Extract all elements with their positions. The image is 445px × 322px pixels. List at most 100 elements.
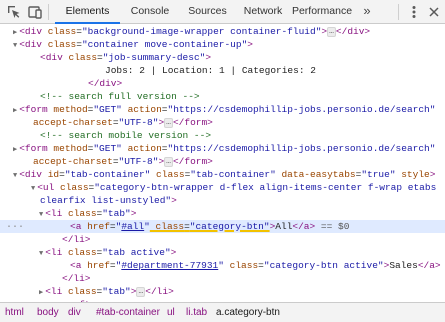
expand-arrow-icon[interactable]: ▶ (13, 107, 17, 115)
tree-line-content: ▼ <div class="container move-container-up… (13, 38, 253, 51)
tab-sources[interactable]: Sources (180, 0, 235, 23)
attribute-value[interactable]: "true" (361, 169, 395, 180)
tree-line[interactable]: ▼ <li class="tab"> (0, 207, 445, 220)
tab-console[interactable]: Console (120, 0, 180, 23)
attribute-name[interactable]: class (150, 169, 185, 180)
attribute-name[interactable]: accept-charset (33, 117, 113, 128)
attribute-name[interactable]: class (62, 247, 97, 258)
tree-line[interactable]: </div> (0, 77, 445, 90)
tree-line-content: </li> (62, 233, 91, 246)
attribute-name[interactable]: href (81, 221, 110, 232)
attribute-value[interactable]: clearfix list-unstyled" (40, 195, 171, 206)
attribute-value[interactable]: "background-image-wrapper container-flui… (82, 26, 321, 37)
tab-network[interactable]: Network (235, 0, 291, 23)
collapsed-content-ellipsis[interactable]: … (327, 27, 336, 37)
attribute-value[interactable]: "GET" (93, 104, 122, 115)
device-toolbar-icon[interactable] (27, 4, 43, 20)
tree-line[interactable]: clearfix list-unstyled"> (0, 194, 445, 207)
tree-line[interactable]: <!-- search full version --> (0, 90, 445, 103)
tree-line[interactable]: ▶ <form method="GET" action="https://csde… (0, 142, 445, 155)
attribute-name[interactable]: id (42, 169, 59, 180)
collapse-arrow-icon[interactable]: ▼ (31, 185, 35, 193)
inspect-icon[interactable] (6, 4, 22, 20)
elements-tree[interactable]: ▶ <div class="background-image-wrapper co… (0, 24, 445, 302)
attribute-name[interactable]: action (122, 104, 162, 115)
expand-arrow-icon[interactable]: ▶ (13, 29, 17, 37)
attribute-value[interactable]: "category-btn" (190, 221, 270, 232)
tab-elements[interactable]: Elements (55, 0, 120, 24)
attribute-value[interactable]: "https://csdemophillip-jobs.personio.de/… (168, 104, 436, 115)
attribute-value[interactable]: "UTF-8" (119, 117, 159, 128)
attribute-value[interactable]: "category-btn-wrapper d-flex align-items… (94, 182, 436, 193)
tree-line[interactable]: ▼ <li class="tab active"> (0, 246, 445, 259)
tree-line[interactable]: </li> (0, 233, 445, 246)
tree-line[interactable]: <a href="#department-77931" class="categ… (0, 259, 445, 272)
attribute-name[interactable]: method (48, 143, 87, 154)
breadcrumb-item[interactable]: a.category-btn (216, 303, 280, 322)
tag-name: > (130, 208, 137, 219)
attribute-value[interactable]: "GET" (93, 143, 122, 154)
attribute-name[interactable]: class (62, 286, 97, 297)
attribute-name[interactable]: method (48, 104, 87, 115)
attribute-name[interactable]: class (42, 26, 77, 37)
href-link[interactable]: #all (121, 221, 144, 232)
attribute-value[interactable]: "job-summary-desc" (103, 52, 206, 63)
breadcrumb-item[interactable]: #tab-container (96, 303, 160, 322)
attribute-name[interactable]: class (63, 52, 98, 63)
breadcrumb-item[interactable]: html (5, 303, 24, 322)
tree-line[interactable]: ▼ <ul class="category-btn-wrapper d-flex … (0, 181, 445, 194)
attribute-value[interactable]: "tab active" (102, 247, 170, 258)
attribute-name[interactable]: accept-charset (33, 156, 113, 167)
attribute-name[interactable]: data-easytabs (276, 169, 355, 180)
attribute-value[interactable]: "https://csdemophillip-jobs.personio.de/… (168, 143, 436, 154)
tree-line[interactable]: ▶ <div class="background-image-wrapper co… (0, 25, 445, 38)
tree-line-selected[interactable]: ... <a href="#all" class="category-btn">A… (0, 220, 445, 233)
tree-line[interactable]: <!-- search mobile version --> (0, 129, 445, 142)
attribute-value[interactable]: "category-btn active" (264, 260, 384, 271)
breadcrumb-item[interactable]: div (68, 303, 81, 322)
expand-arrow-icon[interactable]: ▶ (39, 289, 43, 297)
tree-line[interactable]: Jobs: 2 | Location: 1 | Categories: 2 (0, 64, 445, 77)
attribute-value[interactable]: "tab-container" (190, 169, 276, 180)
attribute-value[interactable]: "UTF-8" (119, 156, 159, 167)
collapse-arrow-icon[interactable]: ▼ (39, 211, 43, 219)
tab-performance[interactable]: Performance (291, 0, 353, 23)
attribute-name[interactable]: class (62, 208, 97, 219)
breadcrumb-item[interactable]: li.tab (186, 303, 207, 322)
attribute-value[interactable]: "container move-container-up" (82, 39, 247, 50)
tree-line[interactable]: accept-charset="UTF-8">… </form> (0, 155, 445, 168)
attribute-value[interactable]: "tab-container" (65, 169, 151, 180)
collapsed-content-ellipsis[interactable]: … (164, 118, 173, 128)
attribute-name[interactable]: class (54, 182, 89, 193)
attribute-name[interactable]: href (81, 260, 110, 271)
attribute-value[interactable]: "tab" (102, 208, 131, 219)
attribute-name[interactable]: action (122, 143, 162, 154)
attribute-name[interactable]: style (396, 169, 430, 180)
attribute-name[interactable]: class (42, 39, 77, 50)
tree-line[interactable]: accept-charset="UTF-8">… </form> (0, 116, 445, 129)
tree-line[interactable]: ▶ <li class="tab">… </li> (0, 285, 445, 298)
collapse-arrow-icon[interactable]: ▼ (13, 172, 17, 180)
attribute-name[interactable]: class (150, 221, 185, 232)
expand-arrow-icon[interactable]: ▶ (13, 146, 17, 154)
href-link[interactable]: #department-77931 (121, 260, 218, 271)
collapse-arrow-icon[interactable]: ▼ (13, 42, 17, 50)
text-node: Jobs: 2 | Location: 1 | Categories: 2 (105, 65, 316, 76)
tree-line-content: ▶ <div class="background-image-wrapper co… (13, 25, 370, 38)
tree-line[interactable]: ▼ <div id="tab-container" class="tab-cont… (0, 168, 445, 181)
breadcrumb-item[interactable]: body (37, 303, 59, 322)
tag-name: <a (70, 260, 82, 271)
tree-line[interactable]: ▶ <form method="GET" action="https://csde… (0, 103, 445, 116)
attribute-value[interactable]: "tab" (102, 286, 131, 297)
collapse-arrow-icon[interactable]: ▼ (39, 250, 43, 258)
close-icon[interactable] (427, 4, 441, 20)
tree-line[interactable]: ▼ <div class="container move-container-up… (0, 38, 445, 51)
attribute-name[interactable]: class (224, 260, 259, 271)
collapsed-content-ellipsis[interactable]: … (164, 157, 173, 167)
breadcrumb-item[interactable]: ul (167, 303, 175, 322)
more-tabs-button[interactable]: » (360, 0, 374, 23)
kebab-menu-icon[interactable] (409, 4, 419, 20)
tree-line[interactable]: </li> (0, 272, 445, 285)
collapsed-content-ellipsis[interactable]: … (136, 287, 146, 297)
tree-line[interactable]: <div class="job-summary-desc"> (0, 51, 445, 64)
